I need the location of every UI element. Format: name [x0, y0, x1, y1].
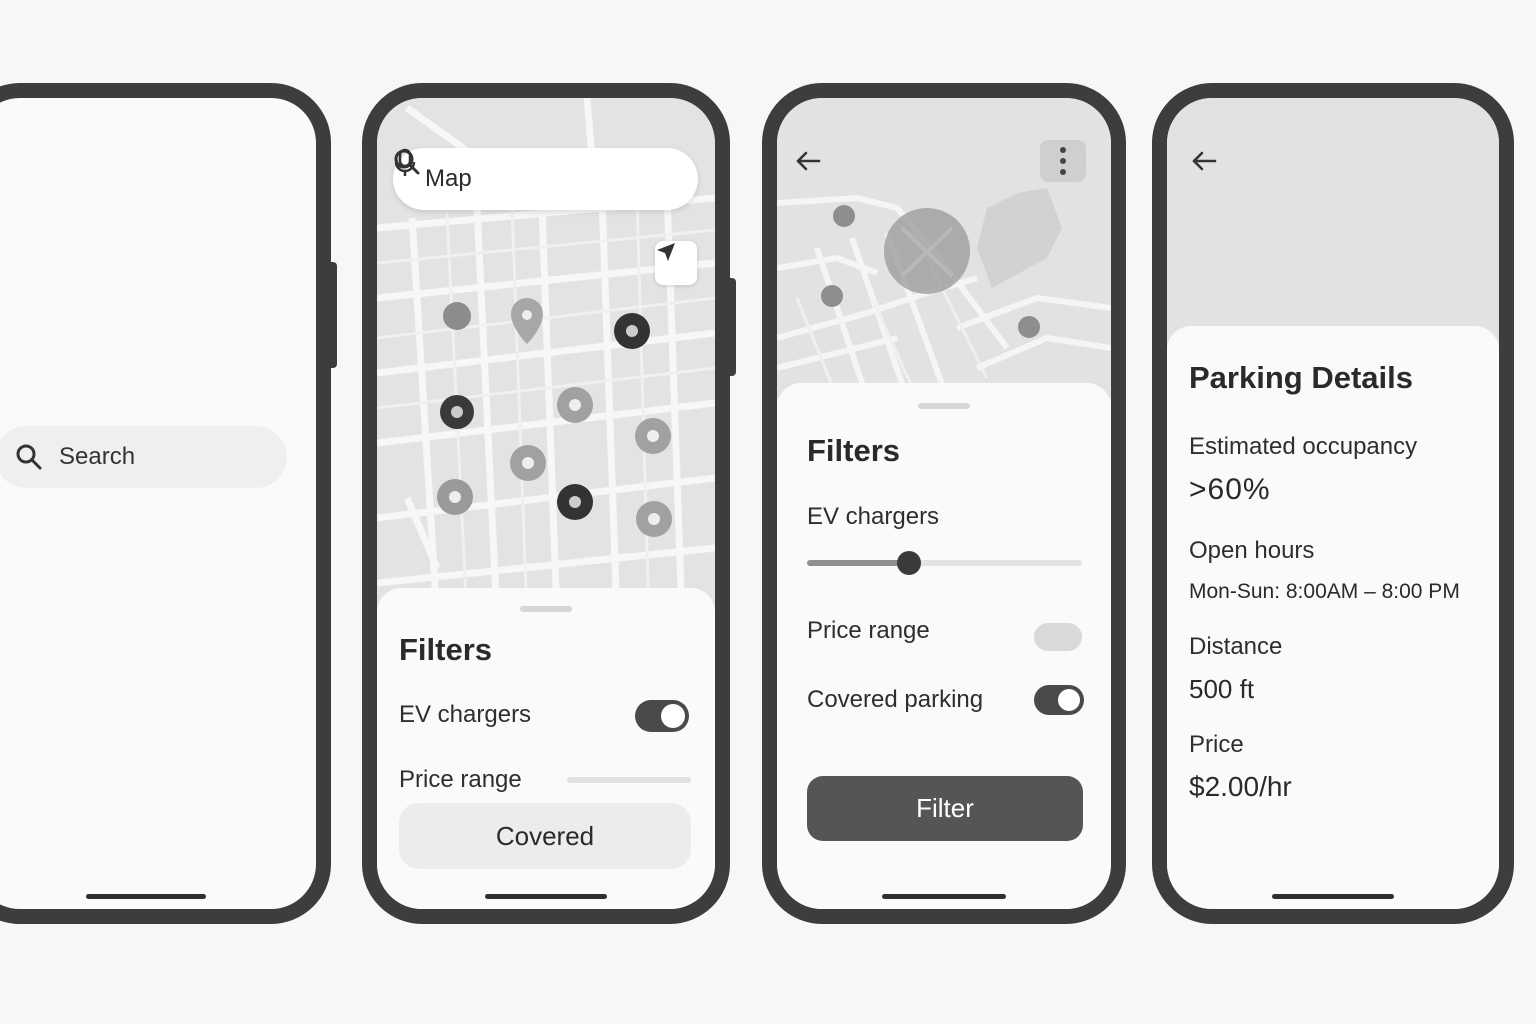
price-label: Price — [1189, 731, 1244, 758]
map-marker[interactable] — [1018, 316, 1040, 338]
phone-search-screen: Search — [0, 83, 331, 924]
filters-sheet: Filters EV chargers Price range — [377, 588, 715, 909]
map-marker[interactable] — [636, 501, 672, 537]
details-title: Parking Details — [1189, 360, 1413, 395]
home-indicator — [882, 894, 1006, 899]
search-icon — [16, 444, 42, 470]
map-marker[interactable] — [510, 445, 546, 481]
covered-parking-label: Covered parking — [807, 686, 984, 713]
home-indicator — [485, 894, 607, 899]
distance-label: Distance — [1189, 633, 1283, 660]
sheet-grabber[interactable] — [520, 606, 572, 612]
open-hours-label: Open hours — [1189, 537, 1315, 564]
price-value: $2.00/hr — [1189, 771, 1292, 802]
phone-details-screen: Parking Details Estimated occupancy >60%… — [1152, 83, 1514, 924]
price-range-slider[interactable] — [567, 777, 691, 783]
phone-map-screen: Map Filters EV chargers Price range Cove… — [362, 83, 730, 924]
map-search-label: Map — [425, 165, 472, 192]
home-indicator — [1272, 894, 1394, 899]
distance-value: 500 ft — [1189, 674, 1255, 704]
map-marker[interactable] — [443, 302, 471, 330]
map-view[interactable]: Map — [377, 98, 715, 618]
search-label: Search — [59, 443, 136, 470]
ev-chargers-toggle[interactable] — [635, 700, 689, 732]
map-marker[interactable] — [821, 285, 843, 307]
covered-button[interactable]: Covered — [399, 803, 691, 869]
ev-chargers-label: EV chargers — [807, 503, 940, 530]
filters-title: Filters — [399, 632, 493, 667]
map-marker[interactable] — [440, 395, 474, 429]
open-hours-value: Mon-Sun: 8:00AM – 8:00 PM — [1189, 580, 1460, 603]
occupancy-label: Estimated occupancy — [1189, 433, 1418, 460]
ev-chargers-slider[interactable] — [807, 551, 1082, 575]
price-range-label: Price range — [807, 617, 930, 644]
filter-button[interactable]: Filter — [807, 776, 1083, 841]
back-arrow-icon[interactable] — [1189, 146, 1219, 176]
phone-filters-screen: Filters EV chargers Price range Covered … — [762, 83, 1126, 924]
side-button — [730, 278, 736, 376]
map-marker[interactable] — [635, 418, 671, 454]
back-arrow-icon[interactable] — [793, 146, 823, 176]
covered-parking-toggle[interactable] — [1034, 685, 1084, 715]
home-indicator — [85, 894, 206, 899]
parking-image-placeholder — [1167, 98, 1499, 358]
map-marker[interactable] — [557, 387, 593, 423]
map-marker[interactable] — [833, 205, 855, 227]
search-bar[interactable]: Search — [0, 426, 287, 488]
more-vertical-icon[interactable] — [1040, 140, 1086, 182]
filters-title: Filters — [807, 433, 901, 468]
side-button — [331, 262, 337, 368]
location-pin-icon[interactable] — [511, 298, 543, 344]
microphone-icon[interactable] — [393, 148, 417, 178]
ev-chargers-slider-thumb[interactable] — [896, 551, 921, 575]
price-range-label: Price range — [399, 766, 522, 793]
details-card — [1167, 326, 1499, 909]
locate-me-button[interactable] — [655, 241, 697, 285]
map-marker[interactable] — [437, 479, 473, 515]
sheet-grabber[interactable] — [918, 403, 970, 409]
map-search-bar[interactable]: Map — [393, 148, 698, 210]
map-marker[interactable] — [557, 484, 593, 520]
filters-sheet: Filters EV chargers Price range Covered … — [777, 383, 1111, 909]
ev-chargers-label: EV chargers — [399, 701, 532, 728]
occupancy-value: >60% — [1189, 473, 1271, 506]
navigation-arrow-icon — [657, 243, 675, 261]
price-range-toggle[interactable] — [1034, 623, 1082, 651]
map-marker[interactable] — [614, 313, 650, 349]
